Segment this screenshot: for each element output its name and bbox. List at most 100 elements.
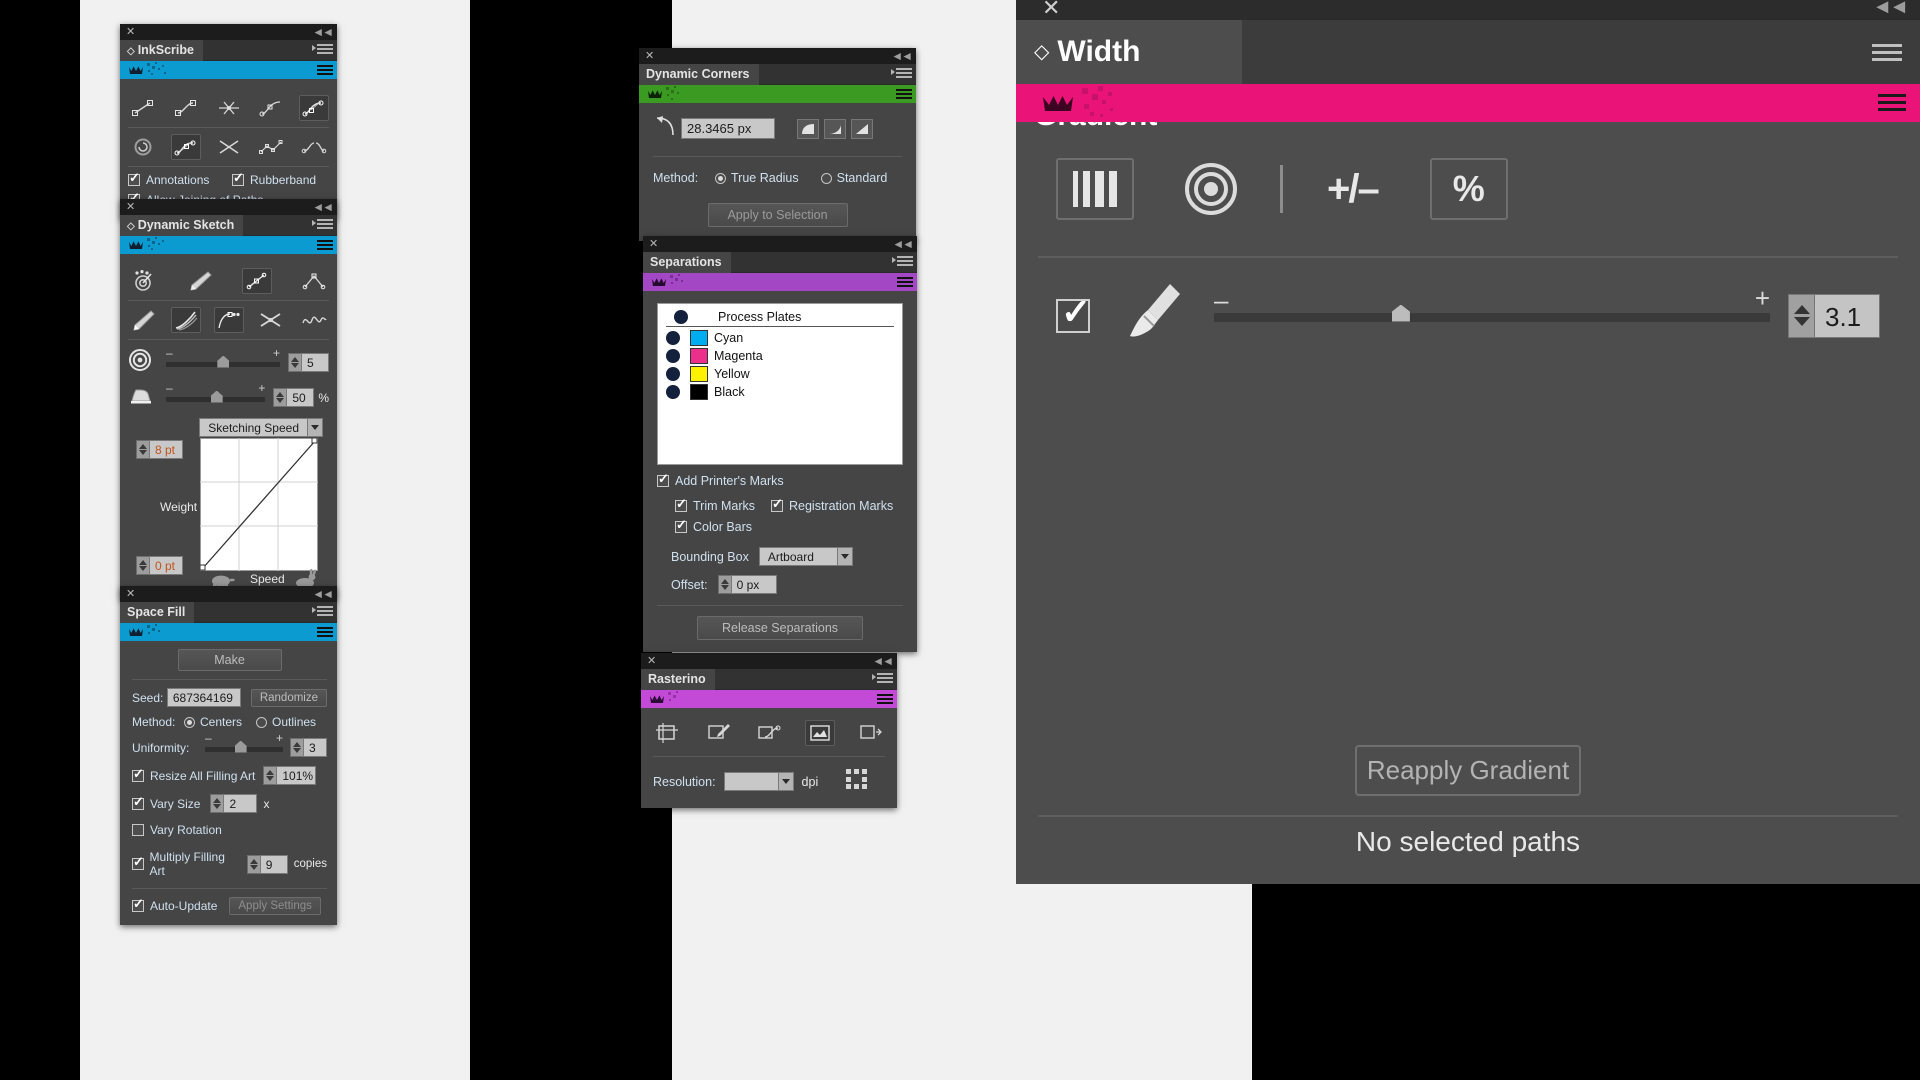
stepper-buttons[interactable] bbox=[136, 440, 149, 459]
panel-menu-icon[interactable] bbox=[872, 673, 893, 685]
checkbox-rubberband[interactable]: Rubberband bbox=[232, 171, 316, 187]
smoothing-value[interactable]: 50 bbox=[286, 388, 315, 407]
linear-bars-icon[interactable] bbox=[1056, 158, 1134, 220]
radial-rings-icon[interactable] bbox=[1172, 158, 1250, 220]
brand-menu-icon[interactable] bbox=[317, 240, 333, 251]
slider-knob[interactable] bbox=[1391, 304, 1410, 322]
list-item[interactable]: Black bbox=[658, 383, 902, 401]
uniformity-slider[interactable]: – + bbox=[205, 731, 283, 755]
offset-stepper[interactable]: 0 px bbox=[717, 575, 777, 594]
close-icon[interactable]: ✕ bbox=[1042, 0, 1060, 21]
list-item[interactable]: Cyan bbox=[658, 329, 902, 347]
reapply-gradient-button[interactable]: Reapply Gradient bbox=[1355, 745, 1581, 796]
brush-size-stepper[interactable]: 3.1 bbox=[1788, 293, 1880, 338]
delete-anchor-icon[interactable] bbox=[214, 95, 244, 121]
close-icon[interactable]: ✕ bbox=[649, 237, 658, 251]
panel-menu-icon[interactable] bbox=[312, 44, 333, 56]
panel-menu-icon[interactable] bbox=[1872, 44, 1902, 62]
make-button[interactable]: Make bbox=[177, 649, 282, 671]
tab-dynamic-sketch[interactable]: ◇ Dynamic Sketch bbox=[120, 215, 244, 236]
randomize-button[interactable]: Randomize bbox=[250, 688, 327, 707]
checkbox-registration-marks[interactable]: Registration Marks bbox=[771, 497, 893, 513]
vary-size-stepper[interactable]: 2 bbox=[210, 794, 258, 813]
brand-menu-icon[interactable] bbox=[877, 694, 893, 705]
smoothing-slider[interactable]: – + bbox=[166, 381, 266, 405]
visibility-dot-icon[interactable] bbox=[666, 385, 680, 399]
trace-image-icon[interactable] bbox=[754, 720, 784, 746]
collapse-double-chevron-icon[interactable]: ◄◄ bbox=[891, 48, 913, 64]
panel-menu-icon[interactable] bbox=[312, 606, 333, 618]
offset-value[interactable]: 0 px bbox=[730, 575, 777, 594]
plates-list[interactable]: Process Plates Cyan Magenta Yellow Black bbox=[657, 303, 903, 465]
graph-bottom-stepper[interactable]: 0 pt bbox=[136, 556, 183, 575]
dashed-curve-icon[interactable] bbox=[213, 307, 244, 333]
brush-size-value[interactable]: 3.1 bbox=[1814, 293, 1880, 338]
list-item[interactable]: Magenta bbox=[658, 347, 902, 365]
apply-to-selection-button[interactable]: Apply to Selection bbox=[707, 203, 848, 227]
bounding-box-dropdown[interactable]: Artboard bbox=[758, 547, 853, 566]
cut-path-icon[interactable] bbox=[214, 134, 244, 160]
visibility-dot-icon[interactable] bbox=[666, 331, 680, 345]
graph-bottom-value[interactable]: 0 pt bbox=[149, 556, 183, 575]
brand-menu-icon[interactable] bbox=[317, 627, 333, 638]
close-icon[interactable]: ✕ bbox=[647, 654, 656, 668]
brand-menu-icon[interactable] bbox=[1878, 94, 1906, 112]
edit-path-icon[interactable] bbox=[299, 95, 329, 121]
multiply-stepper[interactable]: 9 bbox=[246, 854, 288, 874]
pressure-stepper[interactable]: 5 bbox=[288, 353, 329, 372]
tab-rasterino[interactable]: Rasterino bbox=[641, 669, 715, 690]
pixel-grid-icon[interactable] bbox=[844, 767, 870, 796]
checkbox-vary-rotation[interactable]: Vary Rotation bbox=[132, 823, 222, 837]
select-path-icon[interactable] bbox=[170, 134, 201, 160]
brush-slider[interactable]: – + bbox=[1214, 283, 1770, 329]
collapse-double-chevron-icon[interactable]: ◄◄ bbox=[892, 236, 914, 252]
graph-top-value[interactable]: 8 pt bbox=[149, 440, 183, 459]
checkbox-trim-marks[interactable]: Trim Marks bbox=[675, 497, 771, 513]
checkbox-add-printers-marks[interactable]: Add Printer's Marks bbox=[657, 472, 784, 488]
slider-knob[interactable] bbox=[217, 355, 230, 368]
percent-button[interactable]: % bbox=[1429, 158, 1508, 220]
radio-centers[interactable]: Centers bbox=[184, 715, 242, 729]
draw-segment-icon[interactable] bbox=[128, 95, 158, 121]
stepper-buttons[interactable] bbox=[246, 854, 260, 874]
stepper-buttons[interactable] bbox=[1788, 293, 1814, 338]
stepper-buttons[interactable] bbox=[717, 575, 731, 594]
checkbox-multiply-filling-art[interactable]: Multiply Filling Art bbox=[132, 850, 239, 878]
collapse-double-chevron-icon[interactable]: ◄◄ bbox=[312, 586, 334, 602]
extract-image-icon[interactable] bbox=[855, 720, 885, 746]
apply-settings-button[interactable]: Apply Settings bbox=[229, 897, 321, 915]
stepper-buttons[interactable] bbox=[290, 738, 303, 757]
checkbox-color-bars[interactable]: Color Bars bbox=[675, 518, 752, 534]
stepper-buttons[interactable] bbox=[210, 794, 224, 813]
corner-chamfer-icon[interactable] bbox=[851, 118, 873, 139]
brand-menu-icon[interactable] bbox=[317, 65, 333, 76]
stepper-buttons[interactable] bbox=[263, 766, 277, 785]
tab-width-gradient[interactable]: ◇Width Gradient bbox=[1016, 20, 1242, 132]
chevron-down-icon[interactable] bbox=[777, 772, 794, 791]
checkbox-brush-enabled[interactable]: ✓ bbox=[1056, 291, 1091, 333]
radius-input[interactable]: 28.3465 px bbox=[681, 118, 775, 139]
reset-icon[interactable] bbox=[128, 134, 158, 160]
chevron-down-icon[interactable] bbox=[307, 418, 323, 437]
visibility-dot-icon[interactable] bbox=[666, 349, 680, 363]
stepper-buttons[interactable] bbox=[136, 556, 149, 575]
list-item[interactable]: Process Plates bbox=[666, 310, 894, 327]
resize-stepper[interactable]: 101% bbox=[263, 766, 317, 785]
edit-image-icon[interactable] bbox=[704, 720, 734, 746]
uniformity-stepper[interactable]: 3 bbox=[290, 738, 327, 757]
panel-menu-icon[interactable] bbox=[891, 68, 912, 80]
plus-minus-button[interactable]: +/– bbox=[1327, 167, 1380, 212]
panel-menu-icon[interactable] bbox=[892, 256, 913, 268]
release-separations-button[interactable]: Release Separations bbox=[697, 616, 863, 640]
brand-menu-icon[interactable] bbox=[897, 277, 913, 288]
pressure-slider[interactable]: – + bbox=[166, 346, 280, 370]
node-fork-icon[interactable] bbox=[299, 268, 329, 294]
checkbox-vary-size[interactable]: Vary Size bbox=[132, 795, 200, 811]
tab-inkscribe[interactable]: ◇ InkScribe bbox=[120, 40, 203, 61]
collapse-double-chevron-icon[interactable]: ◄◄ bbox=[312, 24, 334, 40]
radio-true-radius[interactable]: True Radius bbox=[715, 171, 799, 185]
resize-value[interactable]: 101% bbox=[276, 766, 317, 785]
close-icon[interactable]: ✕ bbox=[126, 25, 135, 39]
tab-space-fill[interactable]: Space Fill bbox=[120, 602, 195, 623]
stepper-buttons[interactable] bbox=[273, 388, 287, 407]
